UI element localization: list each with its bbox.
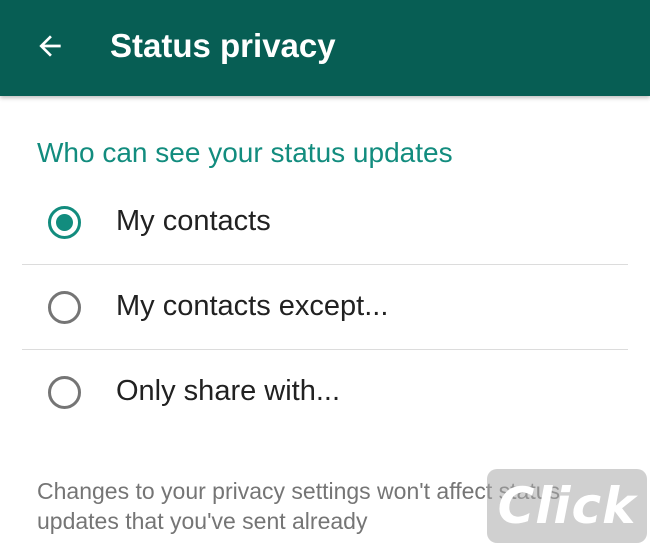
- radio-dot: [56, 299, 73, 316]
- page-title: Status privacy: [110, 27, 336, 64]
- divider: [22, 264, 628, 265]
- watermark-logo: Click: [487, 469, 647, 543]
- radio-button[interactable]: [48, 376, 81, 409]
- option-label: My contacts except...: [116, 290, 389, 322]
- radio-button[interactable]: [48, 291, 81, 324]
- radio-dot: [56, 214, 73, 231]
- radio-dot: [56, 384, 73, 401]
- watermark-text: Click: [497, 477, 637, 535]
- option-only-share-with[interactable]: Only share with...: [22, 352, 628, 436]
- section-header: Who can see your status updates: [37, 137, 453, 168]
- option-label: Only share with...: [116, 375, 341, 407]
- divider: [22, 349, 628, 350]
- back-button[interactable]: [28, 24, 72, 68]
- option-my-contacts-except[interactable]: My contacts except...: [22, 267, 628, 351]
- radio-button[interactable]: [48, 206, 81, 239]
- option-label: My contacts: [116, 205, 271, 237]
- option-my-contacts[interactable]: My contacts: [22, 182, 628, 266]
- app-bar: Status privacy: [0, 0, 650, 96]
- arrow-back-icon: [39, 35, 61, 57]
